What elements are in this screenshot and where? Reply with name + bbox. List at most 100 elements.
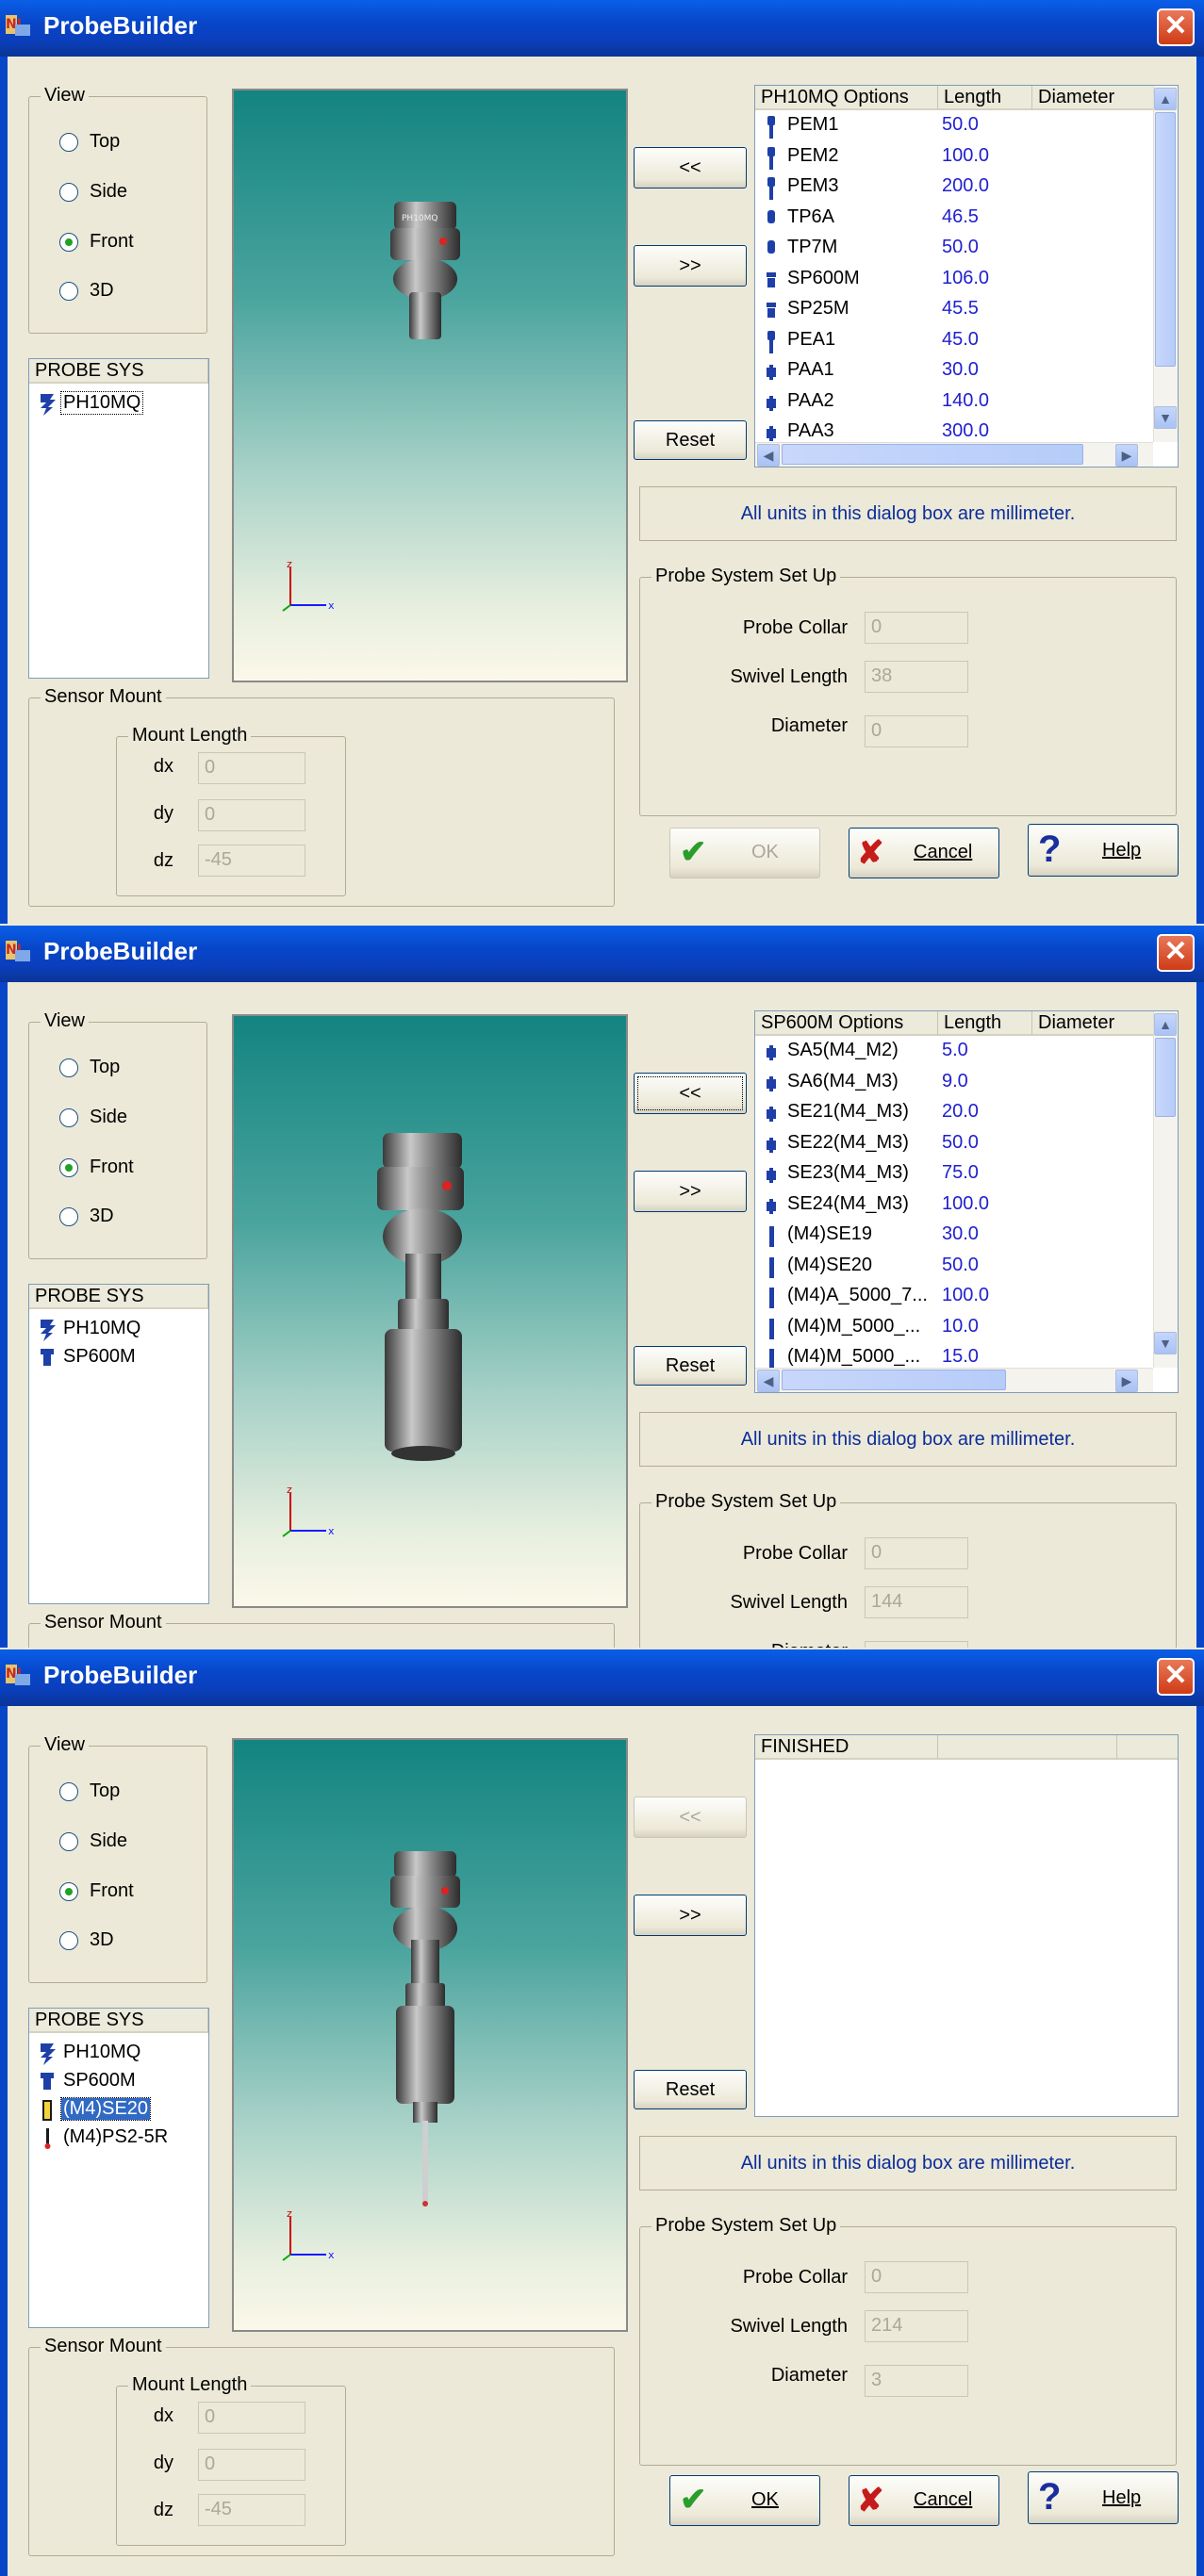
swivel-length-field[interactable]: 38 [865, 661, 968, 693]
view-top-radio[interactable] [59, 133, 78, 152]
view-3d-radio[interactable] [59, 1931, 78, 1950]
probe-sys-list[interactable]: PROBE SYS PH10MQ [28, 358, 209, 679]
adapter-icon [765, 1041, 778, 1071]
view-front-radio[interactable] [59, 1882, 78, 1901]
options-horizontal-scrollbar[interactable]: ◀ ▶ [755, 1368, 1153, 1392]
options-list[interactable]: SP600M Options Length Diameter SA5(M4_M2… [754, 1010, 1179, 1393]
view-top-radio[interactable] [59, 1782, 78, 1801]
options-vertical-scrollbar[interactable]: ▲ ▼ [1153, 1011, 1178, 1368]
view-front-radio[interactable] [59, 1158, 78, 1177]
options-list[interactable]: FINISHED [754, 1734, 1179, 2117]
dz-label: dz [153, 2500, 173, 2520]
probe-collar-field[interactable]: 0 [865, 2261, 968, 2293]
probe-sys-list[interactable]: PROBE SYS PH10MQ SP600M (M4)SE20 (M4)PS2… [28, 2008, 209, 2328]
probe-sys-header[interactable]: PROBE SYS [29, 2009, 208, 2033]
options-header[interactable]: PH10MQ Options [755, 86, 938, 110]
view-front-radio[interactable] [59, 233, 78, 252]
diameter-header[interactable]: Diameter [1032, 1011, 1155, 1036]
scroll-left-icon[interactable]: ◀ [757, 444, 780, 467]
close-button[interactable]: ✕ [1157, 934, 1195, 972]
ok-button[interactable]: ✔ OK [669, 828, 820, 878]
probe-sys-header[interactable]: PROBE SYS [29, 1285, 208, 1309]
title-bar[interactable]: NJ ProbeBuilder ✕ [0, 926, 1204, 982]
reset-button[interactable]: Reset [634, 2070, 747, 2109]
help-button[interactable]: ? Help [1028, 2471, 1179, 2524]
view-3d-radio[interactable] [59, 1207, 78, 1226]
view-front-label: Front [90, 231, 134, 252]
scroll-down-icon[interactable]: ▼ [1154, 406, 1177, 429]
options-list[interactable]: PH10MQ Options Length Diameter PEM1 50.0 P… [754, 85, 1179, 468]
vertical-scroll-thumb[interactable] [1155, 1038, 1176, 1117]
remove-button[interactable]: >> [634, 1171, 747, 1212]
cancel-button[interactable]: ✘ Cancel [849, 828, 999, 878]
diameter-field[interactable]: 3 [865, 2365, 968, 2397]
scroll-right-icon[interactable]: ▶ [1115, 1370, 1138, 1392]
view-top-radio[interactable] [59, 1058, 78, 1077]
options-header[interactable]: FINISHED [755, 1735, 938, 1760]
probe-sys-list[interactable]: PROBE SYS PH10MQ SP600M [28, 1284, 209, 1604]
option-length: 50.0 [942, 1254, 979, 1275]
length-header[interactable]: Length [938, 1011, 1032, 1036]
close-button[interactable]: ✕ [1157, 1658, 1195, 1696]
add-button[interactable]: << [634, 147, 747, 189]
remove-button[interactable]: >> [634, 245, 747, 287]
axis-z-label: z [287, 1487, 292, 1496]
adapter-icon [765, 1194, 778, 1224]
diameter-field[interactable] [865, 1641, 968, 1648]
swivel-length-field[interactable]: 214 [865, 2310, 968, 2342]
horizontal-scroll-thumb[interactable] [782, 444, 1083, 465]
options-vertical-scrollbar[interactable]: ▲ ▼ [1153, 86, 1178, 442]
reset-button[interactable]: Reset [634, 1346, 747, 1386]
dz-field[interactable]: -45 [198, 845, 305, 877]
ok-button[interactable]: ✔ OK [669, 2475, 820, 2526]
scroll-left-icon[interactable]: ◀ [757, 1370, 780, 1392]
dx-field[interactable]: 0 [198, 752, 305, 784]
dy-field[interactable]: 0 [198, 799, 305, 831]
scroll-up-icon[interactable]: ▲ [1154, 88, 1177, 110]
scroll-right-icon[interactable]: ▶ [1115, 444, 1138, 467]
close-button[interactable]: ✕ [1157, 8, 1195, 46]
mount-length-group: Mount Length dx 0 dy 0 dz -45 [116, 725, 346, 896]
dz-field[interactable]: -45 [198, 2494, 305, 2526]
axis-triad-icon: z x [282, 1487, 335, 1537]
help-button[interactable]: ? Help [1028, 824, 1179, 877]
probe-collar-field[interactable]: 0 [865, 612, 968, 644]
options-horizontal-scrollbar[interactable]: ◀ ▶ [755, 442, 1153, 467]
probe-3d-viewport[interactable]: z x [232, 1738, 628, 2332]
title-bar[interactable]: NJ ProbeBuilder ✕ [0, 0, 1204, 57]
cancel-button[interactable]: ✘ Cancel [849, 2475, 999, 2526]
remove-button[interactable]: >> [634, 1895, 747, 1936]
add-button[interactable]: << [634, 1797, 747, 1838]
diameter-header[interactable]: Diameter [1032, 86, 1155, 110]
options-header[interactable]: SP600M Options [755, 1011, 938, 1036]
view-side-radio[interactable] [59, 1108, 78, 1127]
dx-field[interactable]: 0 [198, 2402, 305, 2434]
option-length: 50.0 [942, 237, 979, 257]
probe-collar-label: Probe Collar [742, 1543, 848, 1564]
probe-collar-field[interactable]: 0 [865, 1537, 968, 1569]
title-bar[interactable]: NJ ProbeBuilder ✕ [0, 1649, 1204, 1706]
add-button[interactable]: << [634, 1073, 747, 1114]
probe-sys-header[interactable]: PROBE SYS [29, 359, 208, 384]
view-3d-label: 3D [90, 1206, 114, 1226]
empty-column-header[interactable] [938, 1735, 1117, 1760]
scroll-up-icon[interactable]: ▲ [1154, 1013, 1177, 1036]
scroll-down-icon[interactable]: ▼ [1154, 1332, 1177, 1354]
swivel-length-field[interactable]: 144 [865, 1586, 968, 1618]
reset-button[interactable]: Reset [634, 420, 747, 460]
probe-3d-viewport[interactable]: PH10MQ z x [232, 89, 628, 682]
dy-field[interactable]: 0 [198, 2449, 305, 2481]
view-side-radio[interactable] [59, 183, 78, 202]
probebuilder-window-3: NJ ProbeBuilder ✕ View Top Side Front 3D… [0, 1649, 1204, 2576]
view-side-radio[interactable] [59, 1832, 78, 1851]
view-3d-radio[interactable] [59, 282, 78, 301]
probe-3d-viewport[interactable]: z x [232, 1014, 628, 1608]
length-header[interactable]: Length [938, 86, 1032, 110]
window-border-left [0, 1706, 8, 2576]
horizontal-scroll-thumb[interactable] [782, 1370, 1006, 1390]
empty-column-header[interactable] [1117, 1735, 1178, 1760]
view-group: View Top Side Front 3D [28, 1010, 207, 1259]
vertical-scroll-thumb[interactable] [1155, 112, 1176, 367]
window-title: ProbeBuilder [43, 11, 198, 40]
diameter-field[interactable]: 0 [865, 715, 968, 747]
